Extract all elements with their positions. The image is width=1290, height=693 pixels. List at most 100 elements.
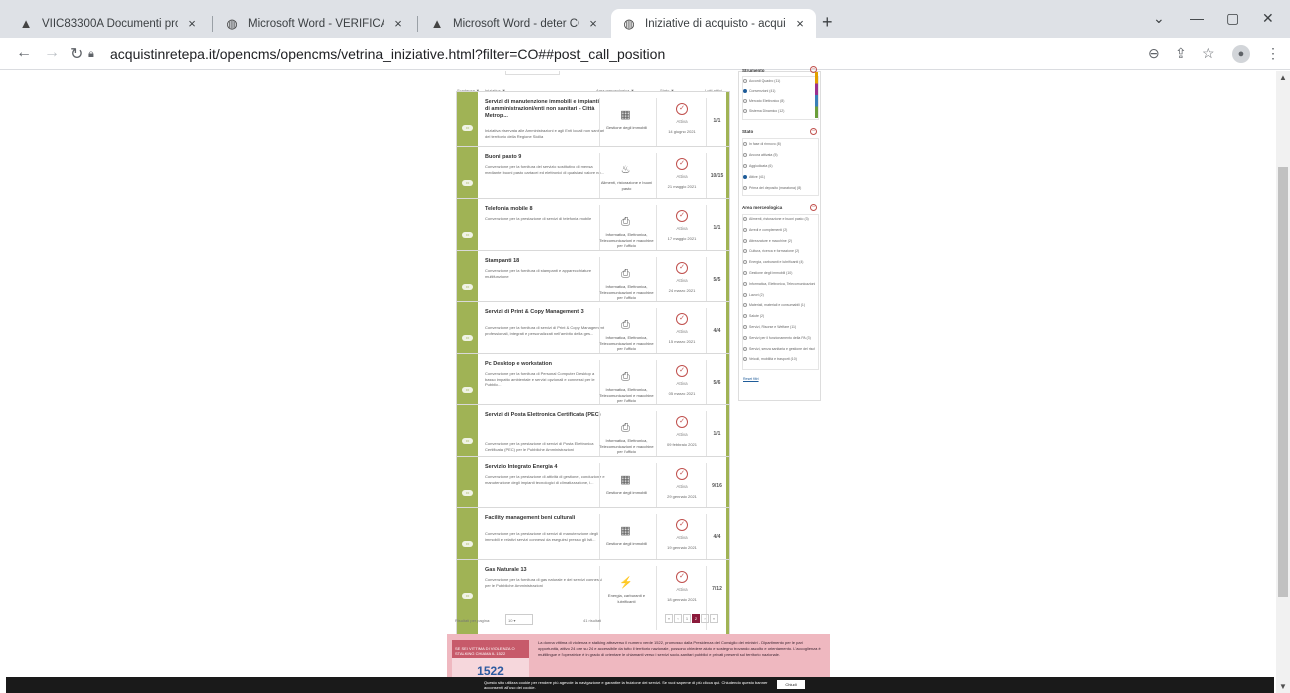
tab-search-icon[interactable]: ⌄ xyxy=(1153,10,1165,27)
expand-icon[interactable]: ▭ xyxy=(462,335,473,341)
initiative-title[interactable]: Stampanti 18 xyxy=(485,258,605,265)
page-1-button[interactable]: 1 xyxy=(683,614,691,623)
filter-option[interactable]: Accordi Quadro (11) xyxy=(743,79,815,84)
radio-icon[interactable] xyxy=(743,271,747,276)
filter-option[interactable]: Energia, carburanti e lubrificanti (4) xyxy=(743,260,815,265)
initiative-title[interactable]: Servizi di Posta Elettronica Certificata… xyxy=(485,412,605,419)
filter-option[interactable]: Cultura, ricerca e formazione (2) xyxy=(743,249,815,254)
zoom-icon[interactable]: ⊖ xyxy=(1148,45,1160,62)
radio-icon[interactable] xyxy=(743,175,747,180)
initiative-title[interactable]: Pc Desktop e workstation xyxy=(485,361,605,368)
per-page-select[interactable]: 10 ▾ xyxy=(505,614,533,625)
address-bar[interactable]: 🔒︎ acquistinretepa.it/opencms/opencms/ve… xyxy=(88,42,1148,66)
initiative-title[interactable]: Buoni pasto 9 xyxy=(485,154,605,161)
radio-icon[interactable] xyxy=(743,357,747,362)
close-icon[interactable]: × xyxy=(390,16,406,31)
filter-option[interactable]: Servizi per il funzionamento della PA (3… xyxy=(743,336,815,340)
radio-icon[interactable] xyxy=(743,238,747,243)
new-tab-button[interactable]: + xyxy=(822,12,833,33)
radio-icon[interactable] xyxy=(743,217,747,222)
filter-option[interactable]: Gestione degli immobili (10) xyxy=(743,271,815,276)
filter-option[interactable]: Arredi e complementi (2) xyxy=(743,228,815,232)
filter-option[interactable]: Salute (2) xyxy=(743,314,815,319)
radio-icon[interactable] xyxy=(743,281,747,286)
radio-icon[interactable] xyxy=(743,260,747,265)
expand-icon[interactable]: ▭ xyxy=(462,593,473,599)
filter-option[interactable]: Alimenti, ristorazione e buoni pasto (3) xyxy=(743,217,815,222)
scrollbar-thumb[interactable] xyxy=(1278,167,1288,597)
radio-icon[interactable] xyxy=(743,186,747,191)
radio-icon[interactable] xyxy=(743,227,747,232)
expand-icon[interactable]: ▭ xyxy=(462,232,473,238)
bookmark-star-icon[interactable]: ☆ xyxy=(1202,45,1215,62)
profile-avatar[interactable]: ● xyxy=(1232,45,1250,63)
filter-option[interactable]: Lavori (2) xyxy=(743,293,815,297)
close-icon[interactable]: × xyxy=(792,16,808,31)
back-icon[interactable]: ← xyxy=(16,44,32,62)
radio-icon[interactable] xyxy=(743,292,747,297)
filter-option[interactable]: Sistema Dinamico (12) xyxy=(743,109,815,114)
page-2-button[interactable]: 2 xyxy=(692,614,700,623)
radio-icon[interactable] xyxy=(743,109,747,114)
browser-tab[interactable]: ▲ VIIC83300A Documenti protocoll × xyxy=(8,9,208,38)
radio-icon[interactable] xyxy=(743,164,747,169)
initiative-title[interactable]: Servizi di manutenzione immobili e impia… xyxy=(485,99,605,120)
browser-tab-active[interactable]: ◍ Iniziative di acquisto - acquistinre × xyxy=(611,9,816,38)
initiative-title[interactable]: Gas Naturale 13 xyxy=(485,567,605,574)
expand-icon[interactable]: ▭ xyxy=(462,541,473,547)
expand-icon[interactable]: ▭ xyxy=(462,125,473,131)
sort-select[interactable] xyxy=(505,71,560,75)
initiative-title[interactable]: Servizi di Print & Copy Management 3 xyxy=(485,309,605,316)
filter-option[interactable]: Informatica, Elettronica, Telecomunicazi… xyxy=(743,282,815,286)
radio-icon[interactable] xyxy=(743,99,747,104)
reset-filters-link[interactable]: Reset filtri xyxy=(743,377,759,381)
radio-icon[interactable] xyxy=(743,79,747,84)
page-next-button[interactable]: › xyxy=(701,614,709,623)
page-last-button[interactable]: » xyxy=(710,614,718,623)
filter-option[interactable]: Veicoli, mobilità e trasporti (10) xyxy=(743,357,815,362)
expand-icon[interactable]: ▭ xyxy=(462,387,473,393)
close-window-icon[interactable]: ✕ xyxy=(1262,10,1274,27)
page-first-button[interactable]: « xyxy=(665,614,673,623)
filter-option[interactable]: Materiali, materiali e consumabili (1) xyxy=(743,303,815,308)
filter-option[interactable]: Attrezzature e macchine (2) xyxy=(743,239,815,243)
radio-icon[interactable] xyxy=(743,325,747,330)
expand-icon[interactable]: ▭ xyxy=(462,438,473,444)
forward-icon[interactable]: → xyxy=(44,44,60,62)
filter-option[interactable]: Prima del deposito (maratona) (8) xyxy=(743,186,815,191)
reload-icon[interactable]: ↻ xyxy=(70,44,83,64)
initiative-title[interactable]: Telefonia mobile 8 xyxy=(485,206,605,213)
initiative-title[interactable]: Servizio Integrato Energia 4 xyxy=(485,464,605,471)
page-scrollbar[interactable]: ▲ ▼ xyxy=(1276,71,1290,693)
browser-tab[interactable]: ▲ Microsoft Word - deter COURSES × xyxy=(419,9,609,38)
cookie-close-button[interactable]: Chiudi xyxy=(777,680,805,689)
radio-icon[interactable] xyxy=(743,153,747,158)
browser-tab[interactable]: ◍ Microsoft Word - VERIFICA Cons × xyxy=(214,9,414,38)
share-icon[interactable]: ⇪ xyxy=(1175,45,1187,62)
filter-option[interactable]: Servizi, senza sanitaria e gestione del … xyxy=(743,347,815,351)
page-prev-button[interactable]: ‹ xyxy=(674,614,682,623)
close-icon[interactable]: × xyxy=(184,16,200,31)
filter-option[interactable]: Mercato Elettronico (8) xyxy=(743,99,815,104)
radio-icon[interactable] xyxy=(743,346,747,351)
minimize-icon[interactable]: — xyxy=(1190,10,1204,26)
initiative-title[interactable]: Facility management beni culturali xyxy=(485,515,605,522)
filter-option[interactable]: Servizi, Risorse e Welfare (11) xyxy=(743,325,815,330)
radio-icon[interactable] xyxy=(743,314,747,319)
menu-icon[interactable]: ⋮ xyxy=(1266,45,1280,62)
filter-option[interactable]: In fase di rinnovo (8) xyxy=(743,142,815,147)
expand-icon[interactable]: ▭ xyxy=(462,490,473,496)
filter-option[interactable]: Ancora attivata (5) xyxy=(743,153,815,158)
collapse-icon[interactable]: − xyxy=(810,204,817,211)
filter-option[interactable]: Attive (41) xyxy=(743,175,815,180)
scroll-down-icon[interactable]: ▼ xyxy=(1279,682,1287,691)
radio-icon[interactable] xyxy=(743,89,747,94)
collapse-icon[interactable]: − xyxy=(810,128,817,135)
expand-icon[interactable]: ▭ xyxy=(462,284,473,290)
radio-icon[interactable] xyxy=(743,249,747,254)
expand-icon[interactable]: ▭ xyxy=(462,180,473,186)
radio-icon[interactable] xyxy=(743,303,747,308)
filter-option[interactable]: Convenzioni (41) xyxy=(743,89,815,94)
maximize-icon[interactable]: ▢ xyxy=(1226,10,1239,27)
scroll-up-icon[interactable]: ▲ xyxy=(1279,73,1287,82)
